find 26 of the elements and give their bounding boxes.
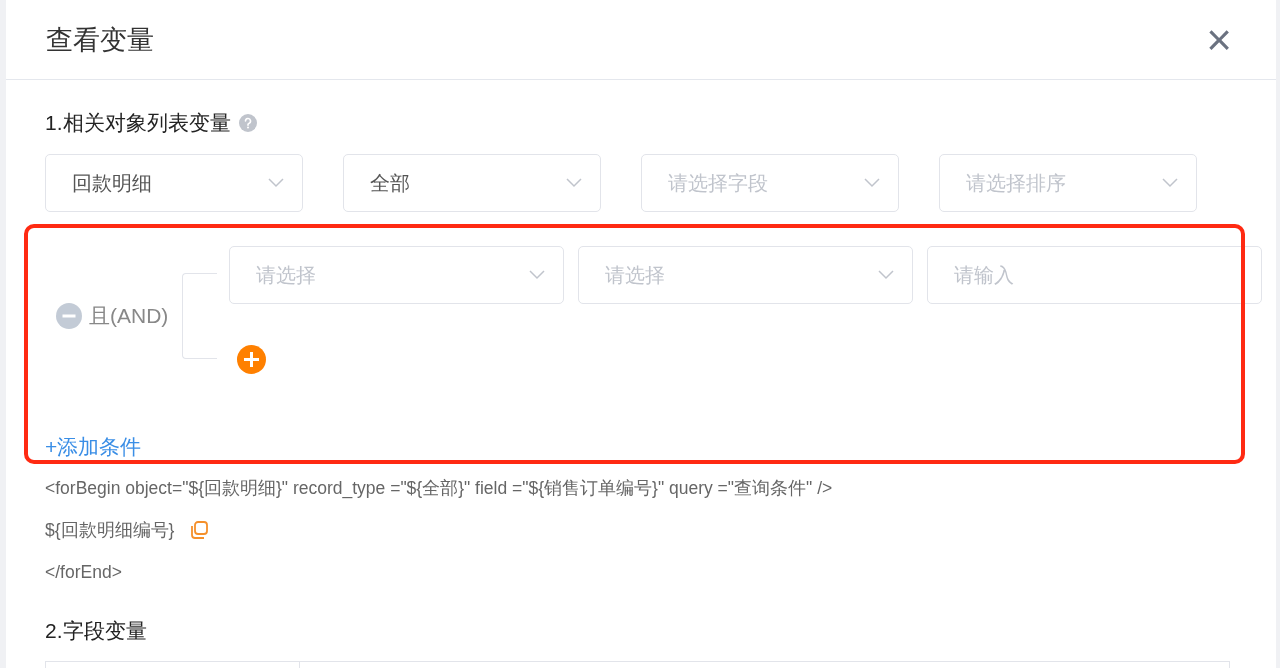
select-field[interactable]: 请选择字段	[641, 154, 899, 212]
remove-icon[interactable]	[56, 303, 82, 329]
dialog-title: 查看变量	[46, 23, 154, 57]
caret-icon	[1162, 178, 1178, 188]
select-field[interactable]: 全部	[343, 154, 601, 212]
add-icon[interactable]	[237, 345, 267, 374]
caret-icon	[268, 178, 284, 188]
operator-label: 且(AND)	[89, 303, 169, 329]
add-condition-link[interactable]: +添加条件	[45, 433, 142, 461]
select-field[interactable]: 请选择	[578, 246, 914, 304]
section-title: 1.相关对象列表变量	[45, 110, 231, 136]
section-title: 2.字段变量	[45, 618, 148, 644]
close-button[interactable]: ×	[1202, 17, 1236, 62]
caret-icon	[529, 270, 546, 280]
caret-icon	[878, 270, 895, 280]
help-icon[interactable]	[238, 114, 257, 132]
caret-icon	[864, 178, 880, 188]
input-field[interactable]: 请输入	[927, 246, 1263, 304]
caret-icon	[566, 178, 582, 188]
select-field[interactable]: 请选择排序	[939, 154, 1197, 212]
code-text: <forBegin object="${回款明细}" record_type ="${全部}" field ="${销售订单编号}" query ="查询条件" />	[45, 477, 833, 500]
code-text: ${回款明细编号}	[45, 519, 175, 542]
select-field[interactable]: 回款明细	[45, 154, 303, 212]
select-field[interactable]: 请选择	[229, 246, 565, 304]
code-text: </forEnd>	[45, 561, 122, 583]
copy-icon[interactable]	[189, 520, 210, 540]
